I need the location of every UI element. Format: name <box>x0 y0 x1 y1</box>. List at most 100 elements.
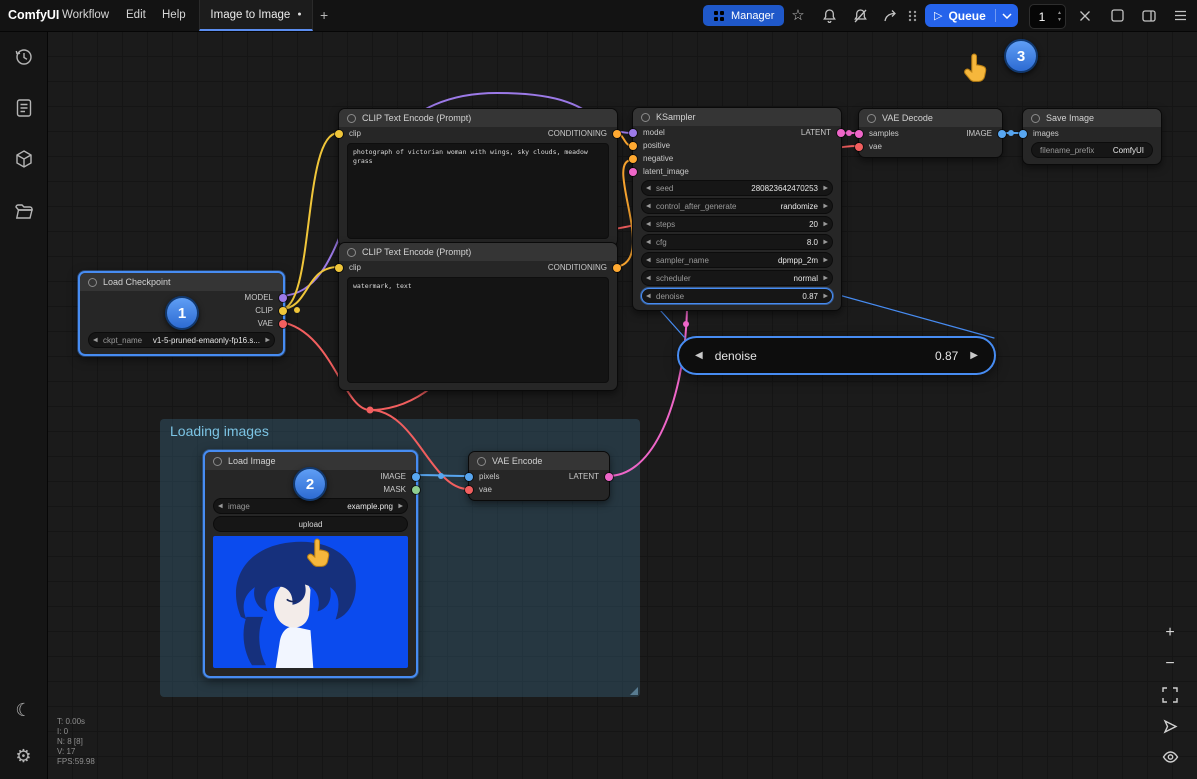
collapse-dot[interactable] <box>477 457 486 466</box>
widget-decrement-icon[interactable]: ◀ <box>646 203 651 210</box>
slot-dot-mask-output[interactable] <box>412 486 420 494</box>
upload-button[interactable]: upload <box>213 516 408 532</box>
theme-toggle-moon-icon[interactable]: ☾ <box>0 687 47 733</box>
ckpt-name-widget[interactable]: ◀ ckpt_name v1-5-pruned-emaonly-fp16.s..… <box>88 332 275 348</box>
slot-dot-latent-output[interactable] <box>837 129 845 137</box>
widget-increment-icon[interactable]: ▶ <box>398 503 403 510</box>
sampler-name-widget[interactable]: ◀ sampler_name dpmpp_2m ▶ <box>641 252 833 268</box>
slot-dot-model-input[interactable] <box>629 129 637 137</box>
node-vae-encode[interactable]: VAE Encode pixels LATENT vae <box>468 451 610 501</box>
widget-decrement-icon[interactable]: ◀ <box>646 185 651 192</box>
widget-increment-icon[interactable]: ▶ <box>823 221 828 228</box>
batch-count-spinner[interactable]: ▲ ▼ <box>1054 11 1065 23</box>
slot-dot-image-output[interactable] <box>998 130 1006 138</box>
prompt-textarea[interactable]: watermark, text <box>347 277 609 383</box>
slot-dot-vae-input[interactable] <box>465 486 473 494</box>
widget-decrement-icon[interactable]: ◀ <box>646 239 651 246</box>
queue-options-chevron[interactable] <box>996 13 1018 19</box>
collapse-dot[interactable] <box>641 113 650 122</box>
share-icon[interactable] <box>878 0 904 31</box>
widget-increment-icon[interactable]: ▶ <box>823 257 828 264</box>
cfg-widget[interactable]: ◀ cfg 8.0 ▶ <box>641 234 833 250</box>
widget-increment-icon[interactable]: ▶ <box>823 293 828 300</box>
group-title[interactable]: Loading images <box>160 419 640 443</box>
slot-dot-conditioning-output[interactable] <box>613 130 621 138</box>
slot-dot-latent-output[interactable] <box>605 473 613 481</box>
filename-prefix-widget[interactable]: filename_prefix ComfyUI <box>1031 142 1153 158</box>
slot-dot-clip[interactable] <box>279 307 287 315</box>
drag-grip-icon[interactable] <box>904 0 920 31</box>
manager-button[interactable]: Manager <box>703 5 784 26</box>
slot-dot-image-output[interactable] <box>412 473 420 481</box>
denoise-zoom-callout[interactable]: ◀ denoise 0.87 ▶ <box>677 336 996 375</box>
zoom-out-icon[interactable]: − <box>1159 653 1181 675</box>
model-library-icon[interactable] <box>0 136 47 182</box>
slot-dot-samples-input[interactable] <box>855 130 863 138</box>
seed-widget[interactable]: ◀ seed 280823642470253 ▶ <box>641 180 833 196</box>
node-clip-text-encode-positive[interactable]: CLIP Text Encode (Prompt) clip CONDITION… <box>338 108 618 247</box>
widget-decrement-icon[interactable]: ◀ <box>646 275 651 282</box>
slot-dot-vae-input[interactable] <box>855 143 863 151</box>
widget-decrement-icon[interactable]: ◀ <box>646 221 651 228</box>
batch-count-stepper[interactable]: 1 ▲ ▼ <box>1029 4 1066 29</box>
node-clip-text-encode-negative[interactable]: CLIP Text Encode (Prompt) clip CONDITION… <box>338 242 618 391</box>
slot-dot-pixels-input[interactable] <box>465 473 473 481</box>
widget-decrement-icon[interactable]: ◀ <box>93 337 98 344</box>
steps-widget[interactable]: ◀ steps 20 ▶ <box>641 216 833 232</box>
menu-workflow[interactable]: Workflow <box>62 0 109 31</box>
queue-history-icon[interactable] <box>0 34 47 80</box>
control-after-generate-widget[interactable]: ◀ control_after_generate randomize ▶ <box>641 198 833 214</box>
slot-dot-clip-input[interactable] <box>335 264 343 272</box>
menu-help[interactable]: Help <box>162 0 186 31</box>
slot-dot-images-input[interactable] <box>1019 130 1027 138</box>
settings-gear-icon[interactable]: ⚙ <box>0 733 47 779</box>
zoom-in-icon[interactable]: + <box>1159 622 1181 644</box>
node-vae-decode[interactable]: VAE Decode samples IMAGE vae <box>858 108 1003 158</box>
collapse-dot[interactable] <box>347 248 356 257</box>
queue-panel-icon[interactable] <box>1104 0 1130 31</box>
widget-decrement-icon[interactable]: ◀ <box>646 257 651 264</box>
collapse-dot[interactable] <box>347 114 356 123</box>
scheduler-widget[interactable]: ◀ scheduler normal ▶ <box>641 270 833 286</box>
toggle-visibility-eye-icon[interactable] <box>1159 746 1181 768</box>
collapse-dot[interactable] <box>1031 114 1040 123</box>
queue-button[interactable]: ▷ Queue <box>925 4 1018 27</box>
clear-queue-icon[interactable] <box>1072 0 1098 31</box>
node-ksampler[interactable]: KSampler model LATENT positive negative … <box>632 107 842 311</box>
slot-dot-clip-input[interactable] <box>335 130 343 138</box>
select-pointer-icon[interactable] <box>1159 715 1181 737</box>
side-panel-layout-icon[interactable] <box>1136 0 1162 31</box>
workflow-tab[interactable]: Image to Image ● <box>199 0 313 31</box>
denoise-widget[interactable]: ◀ denoise 0.87 ▶ <box>641 288 833 304</box>
widget-increment-icon[interactable]: ▶ <box>823 239 828 246</box>
prompt-textarea[interactable]: photograph of victorian woman with wings… <box>347 143 609 239</box>
node-save-image[interactable]: Save Image images filename_prefix ComfyU… <box>1022 108 1162 165</box>
slot-dot-latent-image-input[interactable] <box>629 168 637 176</box>
node-library-icon[interactable] <box>0 85 47 131</box>
spinner-down-icon[interactable]: ▼ <box>1057 18 1062 23</box>
fit-view-icon[interactable] <box>1159 684 1181 706</box>
graph-canvas[interactable]: Loading images <box>47 31 1197 779</box>
slot-dot-model[interactable] <box>279 294 287 302</box>
collapse-dot[interactable] <box>213 457 222 466</box>
slot-dot-positive-input[interactable] <box>629 142 637 150</box>
collapse-dot[interactable] <box>88 278 97 287</box>
widget-increment-icon[interactable]: ▶ <box>823 203 828 210</box>
collapse-dot[interactable] <box>867 114 876 123</box>
widget-decrement-icon[interactable]: ◀ <box>695 350 703 361</box>
widget-increment-icon[interactable]: ▶ <box>823 185 828 192</box>
widget-decrement-icon[interactable]: ◀ <box>646 293 651 300</box>
slot-dot-negative-input[interactable] <box>629 155 637 163</box>
widget-increment-icon[interactable]: ▶ <box>970 350 978 361</box>
slot-dot-conditioning-output[interactable] <box>613 264 621 272</box>
workflows-folder-icon[interactable] <box>0 188 47 234</box>
notification-muted-icon[interactable] <box>847 0 873 31</box>
slot-dot-vae[interactable] <box>279 320 287 328</box>
spinner-up-icon[interactable]: ▲ <box>1057 11 1062 16</box>
menu-hamburger-icon[interactable] <box>1167 0 1193 31</box>
star-icon[interactable]: ☆ <box>785 0 811 31</box>
menu-edit[interactable]: Edit <box>126 0 146 31</box>
new-workflow-button[interactable]: + <box>320 0 328 31</box>
notification-icon[interactable] <box>816 0 842 31</box>
widget-increment-icon[interactable]: ▶ <box>265 337 270 344</box>
